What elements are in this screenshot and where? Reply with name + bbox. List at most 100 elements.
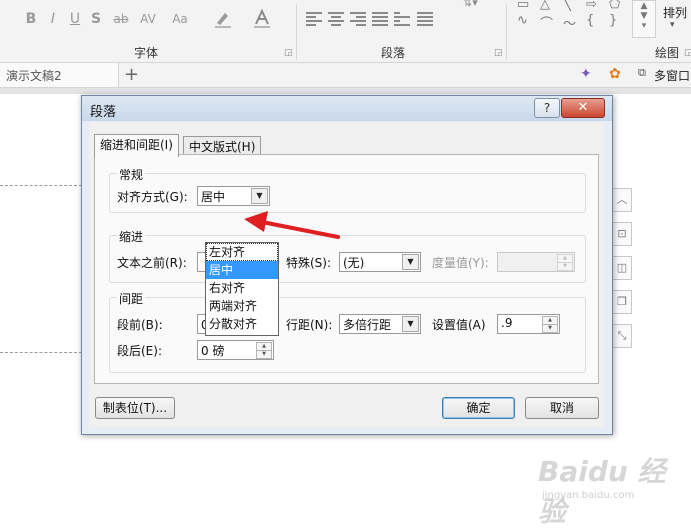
by-spinner: ▲ ▼ — [497, 252, 575, 272]
at-value: .9 — [501, 316, 513, 330]
line-spacing-label: 行距(N): — [286, 318, 333, 332]
tab-panel: 常规 对齐方式(G): 居中 ▼ 缩进 文本之前(R): ▲▼ 特殊(S): (… — [94, 154, 599, 384]
alignment-label: 对齐方式(G): — [117, 190, 188, 204]
distributed-align-icon[interactable] — [417, 10, 433, 26]
shape-arrow-icon[interactable]: ⇨ — [586, 0, 597, 12]
special-value: (无) — [343, 256, 365, 270]
spin-down-icon[interactable]: ▼ — [542, 324, 558, 333]
chevron-down-icon[interactable]: ▼ — [402, 316, 419, 332]
column-layout-icon[interactable] — [394, 10, 410, 26]
drawing-dialog-launcher-icon[interactable]: ◲ — [684, 48, 691, 58]
group-separator — [506, 4, 507, 60]
dialog-body: 缩进和间距(I) 中文版式(H) 常规 对齐方式(G): 居中 ▼ 缩进 文本之… — [89, 122, 604, 427]
chevron-down-icon[interactable]: ▼ — [402, 254, 419, 270]
shape-rectangle-icon[interactable]: ▭ — [517, 0, 529, 12]
align-center-icon[interactable] — [328, 10, 344, 26]
arrange-dropdown-icon[interactable]: ▾ — [670, 20, 675, 30]
italic-button[interactable]: I — [46, 9, 60, 29]
general-group-title: 常规 — [117, 166, 146, 183]
change-case-button[interactable]: Aa — [168, 9, 192, 29]
spacing-group — [109, 297, 586, 373]
font-color-icon[interactable] — [252, 9, 272, 29]
shape-brace-left-icon[interactable]: { — [586, 13, 594, 28]
position-icon[interactable]: ⊡ — [612, 222, 632, 246]
placeholder-border — [0, 185, 82, 186]
alignment-options-list: 左对齐 居中 右对齐 两端对齐 分散对齐 — [205, 242, 279, 336]
close-button[interactable]: ✕ — [561, 98, 605, 118]
chevron-down-icon[interactable]: ▼ — [251, 188, 268, 204]
before-text-label: 文本之前(R): — [117, 256, 187, 270]
paragraph-group-label: 段落 — [381, 46, 406, 60]
bold-button[interactable]: B — [24, 9, 38, 29]
shape-triangle-icon[interactable]: △ — [540, 0, 550, 12]
gear-icon[interactable]: ✿ — [609, 66, 621, 82]
option-distributed[interactable]: 分散对齐 — [206, 315, 278, 333]
ok-button[interactable]: 确定 — [442, 397, 515, 419]
option-justify[interactable]: 两端对齐 — [206, 297, 278, 315]
document-tab[interactable]: 演示文稿2 — [0, 63, 119, 87]
dialog-titlebar[interactable]: 段落 ? ✕ — [82, 96, 612, 121]
indent-group-title: 缩进 — [117, 228, 146, 245]
shape-pentagon-icon[interactable]: ⬠ — [609, 0, 620, 12]
align-left-icon[interactable] — [306, 10, 322, 26]
ruler-band — [0, 88, 691, 94]
justify-icon[interactable] — [372, 10, 388, 26]
ribbon: B I U S ab AV Aa 字体 ◲ ⇅▾ 段落 ◲ ▭ △ ╲ ⇨ ⬠ … — [0, 0, 691, 63]
by-label: 度量值(Y): — [432, 256, 489, 270]
cancel-button[interactable]: 取消 — [525, 397, 599, 419]
character-spacing-button[interactable]: AV — [136, 9, 160, 29]
shape-curve-icon[interactable]: ∿ — [517, 13, 528, 28]
watermark-url: jingyan.baidu.com — [542, 490, 635, 501]
sparkle-icon[interactable]: ✦ — [580, 66, 592, 82]
at-label: 设置值(A) — [432, 318, 486, 332]
document-tabbar: 演示文稿2 + ✦ ✿ ⧉ 多窗口 — [0, 63, 691, 88]
space-before-label: 段前(B): — [117, 318, 163, 332]
text-direction-icon[interactable]: ⇅▾ — [463, 0, 478, 9]
special-select[interactable]: (无) ▼ — [339, 252, 421, 272]
shape-brace-right-icon[interactable]: } — [609, 13, 617, 28]
font-dialog-launcher-icon[interactable]: ◲ — [284, 48, 293, 58]
underline-button[interactable]: U — [68, 9, 82, 29]
document-tab-label: 演示文稿2 — [6, 69, 62, 83]
shape-wave-icon[interactable]: 〜 — [563, 13, 576, 32]
strikethrough-button[interactable]: ab — [110, 9, 132, 29]
shapes-gallery-scroll[interactable]: ▲ ▼ ▾ — [632, 0, 656, 38]
paragraph-dialog: 段落 ? ✕ 缩进和间距(I) 中文版式(H) 常规 对齐方式(G): 居中 ▼… — [81, 95, 613, 435]
placeholder-border — [0, 352, 82, 353]
collapse-pane-icon[interactable]: ︿ — [612, 188, 632, 212]
spin-down-icon[interactable]: ▼ — [256, 350, 272, 359]
option-align-left[interactable]: 左对齐 — [206, 243, 278, 261]
group-separator — [296, 4, 297, 60]
space-after-value: 0 磅 — [201, 344, 225, 358]
align-right-icon[interactable] — [350, 10, 366, 26]
shadow-button[interactable]: S — [89, 9, 103, 29]
tab-indent-spacing[interactable]: 缩进和间距(I) — [94, 134, 179, 157]
shape-line-icon[interactable]: ╲ — [563, 0, 571, 12]
arrange-button[interactable]: 排列 — [663, 4, 687, 21]
shape-arc-icon[interactable]: ⌒ — [540, 13, 553, 32]
at-spinner[interactable]: .9 ▲ ▼ — [497, 314, 560, 334]
space-after-spinner[interactable]: 0 磅 ▲ ▼ — [197, 340, 274, 360]
line-spacing-value: 多倍行距 — [343, 318, 392, 332]
tabs-button[interactable]: 制表位(T)... — [95, 397, 175, 419]
paragraph-dialog-launcher-icon[interactable]: ◲ — [494, 48, 503, 58]
help-button[interactable]: ? — [534, 98, 560, 118]
special-label: 特殊(S): — [286, 256, 332, 270]
option-align-right[interactable]: 右对齐 — [206, 279, 278, 297]
highlight-icon[interactable] — [213, 9, 233, 29]
space-after-label: 段后(E): — [117, 344, 162, 358]
multi-window-label[interactable]: 多窗口 — [654, 67, 690, 84]
resize-icon[interactable]: ⤡ — [612, 324, 632, 348]
duplicate-icon[interactable]: ❐ — [612, 290, 632, 314]
line-spacing-select[interactable]: 多倍行距 ▼ — [339, 314, 421, 334]
alignment-value: 居中 — [201, 190, 226, 204]
copy-format-icon[interactable]: ◫ — [612, 256, 632, 280]
add-tab-icon[interactable]: + — [124, 64, 139, 85]
spin-down-icon: ▼ — [557, 262, 573, 271]
multi-window-icon[interactable]: ⧉ — [638, 66, 646, 80]
font-group-label: 字体 — [134, 46, 159, 60]
alignment-select[interactable]: 居中 ▼ — [197, 186, 270, 206]
spacing-group-title: 间距 — [117, 290, 146, 307]
dialog-title: 段落 — [90, 105, 117, 120]
option-align-center[interactable]: 居中 — [206, 261, 278, 279]
